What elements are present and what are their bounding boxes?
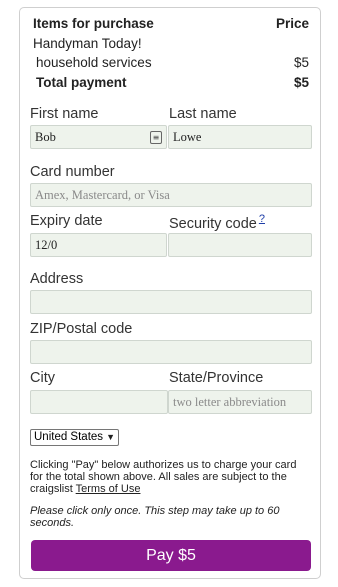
expiry-date-value: 12/0 bbox=[35, 238, 58, 252]
summary-header: Items for purchase Price bbox=[33, 14, 309, 34]
item-price: $5 bbox=[293, 55, 309, 70]
summary-header-price: Price bbox=[275, 16, 309, 31]
country-select[interactable]: United States ▼ bbox=[30, 429, 119, 446]
purchase-summary: Items for purchase Price Handyman Today!… bbox=[33, 14, 309, 92]
zip-field[interactable] bbox=[30, 340, 312, 364]
state-field[interactable]: two letter abbreviation bbox=[168, 390, 312, 414]
security-code-label: Security code? bbox=[169, 213, 265, 232]
pay-button[interactable]: Pay $5 bbox=[31, 540, 311, 571]
card-number-label: Card number bbox=[30, 164, 115, 180]
state-placeholder: two letter abbreviation bbox=[173, 395, 287, 409]
authorization-text-body: Clicking "Pay" below authorizes us to ch… bbox=[30, 459, 297, 495]
city-label: City bbox=[30, 370, 55, 386]
card-number-field[interactable]: Amex, Mastercard, or Visa bbox=[30, 183, 312, 207]
summary-item-group: Handyman Today! bbox=[33, 34, 309, 54]
security-code-field[interactable] bbox=[168, 233, 312, 257]
terms-of-use-link[interactable]: Terms of Use bbox=[76, 483, 141, 495]
item-name: household services bbox=[36, 55, 152, 70]
summary-header-items: Items for purchase bbox=[33, 16, 154, 31]
address-label: Address bbox=[30, 271, 84, 287]
summary-total-row: Total payment $5 bbox=[33, 73, 309, 93]
city-field[interactable] bbox=[30, 390, 168, 414]
total-label: Total payment bbox=[36, 74, 127, 90]
authorization-text: Clicking "Pay" below authorizes us to ch… bbox=[30, 459, 312, 495]
payment-card: Items for purchase Price Handyman Today!… bbox=[19, 7, 321, 579]
address-field[interactable] bbox=[30, 290, 312, 314]
expiry-date-field[interactable]: 12/0 bbox=[30, 233, 167, 257]
autofill-icon[interactable]: ≡ bbox=[150, 131, 162, 144]
last-name-label: Last name bbox=[169, 106, 237, 122]
expiry-date-label: Expiry date bbox=[30, 213, 103, 229]
first-name-field[interactable]: Bob ≡ bbox=[30, 125, 167, 149]
total-value: $5 bbox=[293, 74, 309, 90]
last-name-value: Lowe bbox=[173, 130, 202, 144]
click-once-note: Please click only once. This step may ta… bbox=[30, 505, 280, 529]
country-selected-value: United States bbox=[34, 431, 104, 443]
zip-label: ZIP/Postal code bbox=[30, 321, 133, 337]
summary-item-row: household services $5 bbox=[33, 53, 309, 73]
chevron-down-icon: ▼ bbox=[106, 432, 115, 442]
item-group-name: Handyman Today! bbox=[33, 35, 142, 51]
last-name-field[interactable]: Lowe bbox=[168, 125, 312, 149]
first-name-value: Bob bbox=[35, 130, 56, 144]
security-code-label-text: Security code bbox=[169, 215, 257, 232]
state-label: State/Province bbox=[169, 370, 264, 386]
card-number-placeholder: Amex, Mastercard, or Visa bbox=[35, 188, 170, 202]
first-name-label: First name bbox=[30, 106, 99, 122]
security-code-help-link[interactable]: ? bbox=[259, 213, 265, 225]
